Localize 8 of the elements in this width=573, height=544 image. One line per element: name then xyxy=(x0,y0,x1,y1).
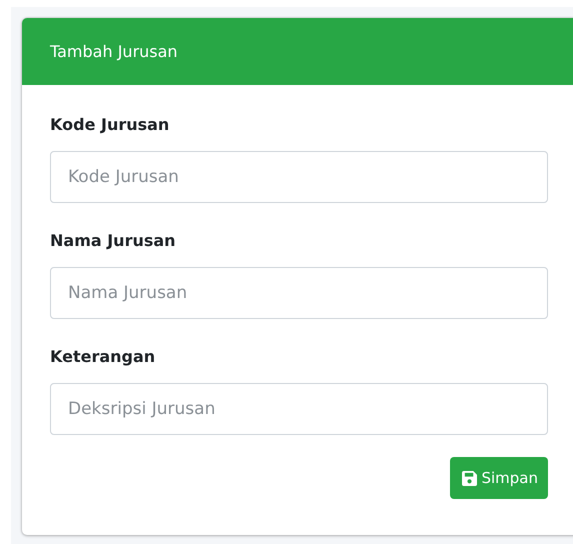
save-button[interactable]: Simpan xyxy=(450,457,548,499)
field-label: Keterangan xyxy=(50,347,156,366)
card-title: Tambah Jurusan xyxy=(50,42,178,61)
field-label: Kode Jurusan xyxy=(50,115,170,134)
field-label: Nama Jurusan xyxy=(50,231,177,250)
input-field[interactable]: Kode Jurusan xyxy=(50,151,548,203)
input-field[interactable]: Deksripsi Jurusan xyxy=(50,383,548,435)
input-field[interactable]: Nama Jurusan xyxy=(50,267,548,319)
